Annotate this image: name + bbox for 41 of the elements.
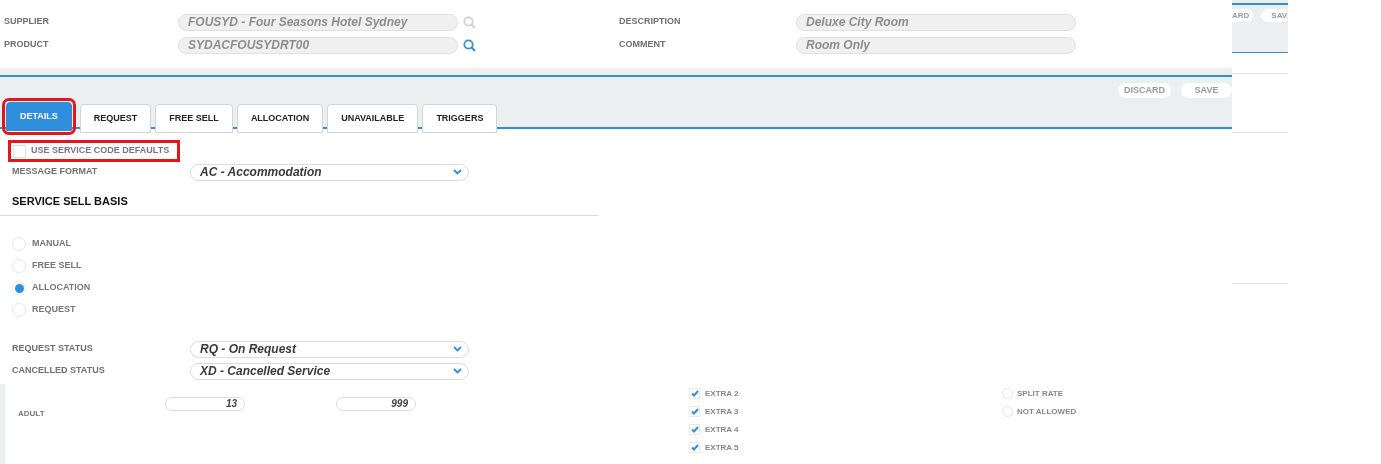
- tab[interactable]: TRIGGERS: [422, 104, 498, 134]
- chevron-icon: [453, 346, 462, 352]
- field-label: COMMENT: [619, 38, 667, 52]
- field-label: SUPPLIER: [3, 15, 50, 29]
- radio-button[interactable]: [1002, 406, 1013, 417]
- radio-button[interactable]: [1002, 388, 1013, 399]
- field-label: REQUEST STATUS: [11, 342, 94, 356]
- checkbox[interactable]: [689, 388, 700, 399]
- checkbox-label: EXTRA 2: [705, 387, 739, 400]
- checkbox-label: EXTRA 4: [705, 423, 739, 436]
- checkbox-label: EXTRA 3: [705, 405, 739, 418]
- field-label: MESSAGE FORMAT: [11, 165, 99, 179]
- tab[interactable]: FREE SELL: [155, 104, 233, 134]
- dropdown[interactable]: RQ - On Request: [190, 340, 469, 358]
- checkbox[interactable]: [689, 424, 700, 435]
- tab[interactable]: ALLOCATION: [236, 104, 324, 134]
- radio-label: ALLOCATION: [32, 281, 91, 295]
- dropdown[interactable]: AC - Accommodation: [190, 163, 469, 181]
- checkbox[interactable]: [689, 442, 700, 453]
- radio-label: FREE SELL: [32, 259, 82, 273]
- checkbox[interactable]: [689, 406, 700, 417]
- field-label: ADULT: [18, 409, 45, 418]
- radio-label: MANUAL: [32, 237, 71, 251]
- checkbox-label: EXTRA 5: [705, 441, 739, 454]
- radio-label: SPLIT RATE: [1017, 387, 1064, 400]
- field-label: DESCRIPTION: [619, 15, 682, 29]
- field-label: CANCELLED STATUS: [11, 364, 106, 378]
- field-label: PRODUCT: [3, 38, 50, 52]
- section-title: SERVICE SELL BASIS: [12, 195, 128, 207]
- tab[interactable]: REQUEST: [79, 104, 152, 134]
- radio-label: REQUEST: [32, 303, 76, 317]
- radio-label: NOT ALLOWED: [1017, 405, 1077, 418]
- checkbox[interactable]: [13, 144, 26, 158]
- dropdown[interactable]: XD - Cancelled Service: [190, 362, 469, 380]
- tab[interactable]: UNAVAILABLE: [327, 104, 419, 134]
- search-icon[interactable]: [463, 15, 476, 29]
- search-icon[interactable]: [463, 38, 476, 52]
- chevron-icon: [453, 169, 462, 175]
- checkbox-label: USE SERVICE CODE DEFAULTS: [31, 144, 170, 158]
- radio-button[interactable]: [12, 281, 26, 295]
- chevron-icon: [453, 368, 462, 374]
